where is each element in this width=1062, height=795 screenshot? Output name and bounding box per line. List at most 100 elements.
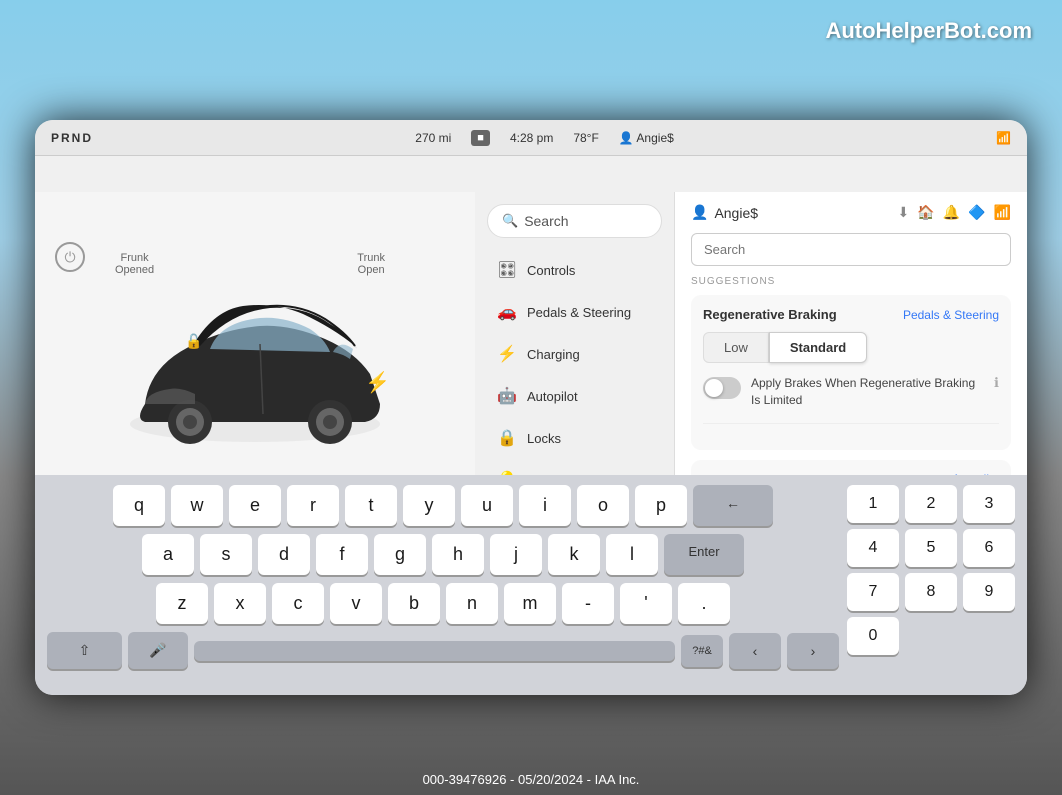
arrow-left-key[interactable]: ‹	[729, 633, 781, 669]
temp-display: 78°F	[573, 131, 598, 145]
bluetooth-icon: 🔷	[968, 204, 985, 221]
user-display: 👤 Angie$	[619, 131, 674, 145]
keyboard-row-4: ⇧ 🎤 ?#& ‹ ›	[47, 632, 839, 669]
apply-brakes-label: Apply Brakes When Regenerative Braking I…	[751, 375, 984, 409]
symbols-key[interactable]: ?#&	[681, 635, 723, 667]
settings-action-icons: ⬇ 🏠 🔔 🔷 📶	[898, 204, 1011, 221]
key-j[interactable]: j	[490, 534, 542, 575]
key-apostrophe[interactable]: '	[620, 583, 672, 624]
keyboard-left: q w e r t y u i o p ← a s d f	[47, 485, 839, 677]
key-t[interactable]: t	[345, 485, 397, 526]
watermark: AutoHelperBot.com	[825, 18, 1032, 44]
bell-icon: 🔔	[943, 204, 960, 221]
menu-icon-0: 🎛	[497, 260, 517, 280]
key-k[interactable]: k	[548, 534, 600, 575]
menu-label-0: Controls	[527, 263, 575, 278]
car-panel: ⏻ Frunk Opened Trunk Open	[35, 192, 475, 475]
settings-user: 👤 Angie$	[691, 204, 758, 221]
key-v[interactable]: v	[330, 583, 382, 624]
regen-braking-title: Regenerative Braking	[703, 307, 837, 322]
key-b[interactable]: b	[388, 583, 440, 624]
bottom-caption: 000-39476926 - 05/20/2024 - IAA Inc.	[0, 772, 1062, 787]
key-8[interactable]: 8	[905, 573, 957, 611]
space-key[interactable]	[194, 641, 675, 661]
username-label: Angie$	[714, 205, 758, 221]
key-2[interactable]: 2	[905, 485, 957, 523]
tesla-screen: PRND 270 mi ■ 4:28 pm 78°F 👤 Angie$ 📶 ⏻ …	[35, 120, 1027, 695]
apply-brakes-toggle[interactable]	[703, 377, 741, 399]
battery-icon: ■	[471, 130, 490, 146]
search-icon: 🔍	[502, 213, 518, 229]
key-q[interactable]: q	[113, 485, 165, 526]
car-image: ⚡ 🔓	[85, 272, 425, 435]
key-a[interactable]: a	[142, 534, 194, 575]
user-icon: 👤	[691, 204, 708, 221]
search-bar[interactable]: 🔍 Search	[487, 204, 662, 238]
key-period[interactable]: .	[678, 583, 730, 624]
keyboard-numpad: 1 2 3 4 5 6 7 8 9 0	[847, 485, 1015, 677]
key-u[interactable]: u	[461, 485, 513, 526]
key-0[interactable]: 0	[847, 617, 899, 655]
download-icon: ⬇	[898, 204, 910, 221]
status-bar: PRND 270 mi ■ 4:28 pm 78°F 👤 Angie$ 📶	[35, 120, 1027, 156]
apply-brakes-row: Apply Brakes When Regenerative Braking I…	[703, 375, 999, 424]
menu-icon-1: 🚗	[497, 302, 517, 322]
key-6[interactable]: 6	[963, 529, 1015, 567]
menu-item-controls[interactable]: 🎛 Controls	[481, 250, 668, 290]
key-3[interactable]: 3	[963, 485, 1015, 523]
key-y[interactable]: y	[403, 485, 455, 526]
key-9[interactable]: 9	[963, 573, 1015, 611]
pedals-steering-link[interactable]: Pedals & Steering	[903, 308, 999, 322]
menu-item-charging[interactable]: ⚡ Charging	[481, 334, 668, 374]
suggestions-label: SUGGESTIONS	[691, 276, 1011, 287]
key-f[interactable]: f	[316, 534, 368, 575]
menu-label-3: Autopilot	[527, 389, 578, 404]
range-display: 270 mi	[415, 131, 451, 145]
shift-key[interactable]: ⇧	[47, 632, 122, 669]
menu-item-lights[interactable]: 💡Lights	[481, 460, 668, 475]
mic-key[interactable]: 🎤	[128, 632, 188, 669]
regen-braking-card: Regenerative Braking Pedals & Steering L…	[691, 295, 1011, 450]
key-o[interactable]: o	[577, 485, 629, 526]
enter-key[interactable]: Enter	[664, 534, 744, 575]
status-right-icons: 📶	[996, 131, 1011, 145]
regen-standard-button[interactable]: Standard	[769, 332, 867, 363]
menu-label-2: Charging	[527, 347, 580, 362]
regen-braking-header: Regenerative Braking Pedals & Steering	[703, 307, 999, 322]
menu-item-autopilot[interactable]: 🤖Autopilot	[481, 376, 668, 416]
key-n[interactable]: n	[446, 583, 498, 624]
key-i[interactable]: i	[519, 485, 571, 526]
key-z[interactable]: z	[156, 583, 208, 624]
key-x[interactable]: x	[214, 583, 266, 624]
menu-item-pedals-&-steering[interactable]: 🚗 Pedals & Steering	[481, 292, 668, 332]
arrow-right-key[interactable]: ›	[787, 633, 839, 669]
key-m[interactable]: m	[504, 583, 556, 624]
key-l[interactable]: l	[606, 534, 658, 575]
svg-text:🔓: 🔓	[185, 333, 202, 350]
key-h[interactable]: h	[432, 534, 484, 575]
key-s[interactable]: s	[200, 534, 252, 575]
time-display: 4:28 pm	[510, 131, 553, 145]
key-g[interactable]: g	[374, 534, 426, 575]
key-hyphen[interactable]: -	[562, 583, 614, 624]
menu-label-1: Pedals & Steering	[527, 305, 631, 320]
apply-brakes-info-icon[interactable]: ℹ	[994, 375, 999, 391]
key-p[interactable]: p	[635, 485, 687, 526]
content-area: ⏻ Frunk Opened Trunk Open	[35, 156, 1027, 475]
prnd-display: PRND	[51, 131, 93, 145]
key-d[interactable]: d	[258, 534, 310, 575]
menu-icon-2: ⚡	[497, 344, 517, 364]
key-e[interactable]: e	[229, 485, 281, 526]
keyboard-area: q w e r t y u i o p ← a s d f	[35, 475, 1027, 695]
key-w[interactable]: w	[171, 485, 223, 526]
key-4[interactable]: 4	[847, 529, 899, 567]
backspace-key[interactable]: ←	[693, 485, 773, 526]
key-c[interactable]: c	[272, 583, 324, 624]
key-1[interactable]: 1	[847, 485, 899, 523]
regen-low-button[interactable]: Low	[703, 332, 769, 363]
settings-search-input[interactable]	[691, 233, 1011, 266]
key-7[interactable]: 7	[847, 573, 899, 611]
key-r[interactable]: r	[287, 485, 339, 526]
key-5[interactable]: 5	[905, 529, 957, 567]
menu-item-locks[interactable]: 🔒Locks	[481, 418, 668, 458]
